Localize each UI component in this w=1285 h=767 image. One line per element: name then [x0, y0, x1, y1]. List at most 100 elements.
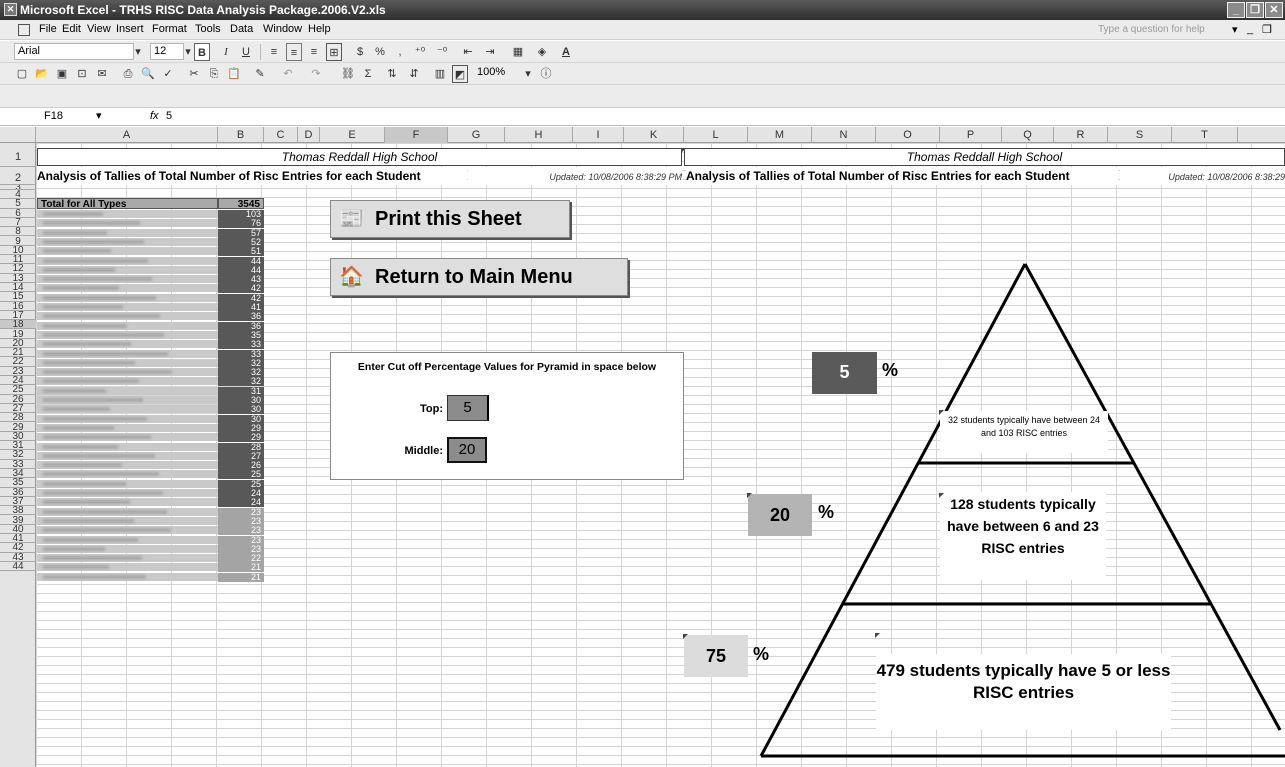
sort-ascending-icon[interactable]: ⇅	[384, 65, 400, 83]
column-header[interactable]: R	[1054, 127, 1108, 143]
row-header[interactable]: 44	[0, 562, 36, 572]
column-header[interactable]: O	[876, 127, 940, 143]
borders-icon[interactable]: ▦	[510, 43, 526, 61]
row-header[interactable]: 6	[0, 209, 36, 218]
row-header[interactable]: 17	[0, 311, 36, 321]
redo-icon[interactable]: ↷	[308, 65, 324, 83]
format-painter-icon[interactable]: ✎	[252, 65, 268, 83]
font-name-select[interactable]: Arial	[14, 43, 134, 60]
student-name-cell[interactable]	[37, 396, 218, 404]
student-name-cell[interactable]	[37, 330, 218, 339]
risc-count-cell[interactable]: 36	[218, 312, 264, 322]
student-name-cell[interactable]	[37, 526, 218, 535]
row-header[interactable]: 26	[0, 395, 36, 404]
column-header[interactable]: Q	[1002, 127, 1054, 143]
menu-insert[interactable]: Insert	[116, 23, 144, 35]
student-name-cell[interactable]	[37, 265, 218, 274]
student-name-cell[interactable]	[37, 544, 218, 553]
chevron-down-icon[interactable]: ▾	[1232, 23, 1238, 36]
row-header[interactable]: 40	[0, 525, 36, 535]
student-name-cell[interactable]	[37, 284, 218, 293]
permission-icon[interactable]: ⊡	[74, 65, 90, 83]
chart-wizard-icon[interactable]: ▥	[432, 65, 448, 83]
student-name-cell[interactable]	[37, 358, 218, 367]
row-header[interactable]: 9	[0, 237, 36, 246]
row-header[interactable]: 31	[0, 441, 36, 451]
menu-tools[interactable]: Tools	[195, 23, 221, 35]
row-header[interactable]: 15	[0, 292, 36, 302]
row-header[interactable]: 22	[0, 357, 36, 367]
minimize-icon[interactable]: _	[1227, 2, 1245, 18]
column-header[interactable]: F	[385, 127, 448, 143]
student-name-cell[interactable]	[37, 303, 218, 311]
row-header[interactable]: 8	[0, 227, 36, 237]
student-name-cell[interactable]	[37, 293, 218, 302]
student-name-cell[interactable]	[37, 405, 218, 414]
student-name-cell[interactable]	[37, 349, 218, 358]
student-name-cell[interactable]	[37, 256, 218, 265]
row-header[interactable]: 28	[0, 413, 36, 423]
student-name-cell[interactable]	[37, 423, 218, 432]
new-icon[interactable]: ▢	[14, 65, 30, 83]
autosum-icon[interactable]: Σ	[360, 65, 376, 83]
row-header[interactable]: 23	[0, 367, 36, 376]
align-left-icon[interactable]: ≡	[266, 43, 282, 61]
row-header[interactable]: 34	[0, 469, 36, 479]
column-header[interactable]: E	[320, 127, 385, 143]
menu-data[interactable]: Data	[230, 23, 253, 35]
align-center-icon[interactable]: ≡	[286, 43, 302, 61]
help-icon[interactable]: ⓘ	[538, 65, 554, 83]
help-search-input[interactable]: Type a question for help	[1094, 22, 1226, 38]
row-header[interactable]: 32	[0, 450, 36, 460]
hyperlink-icon[interactable]: ⛓	[340, 65, 356, 83]
row-header[interactable]: 27	[0, 404, 36, 414]
paste-icon[interactable]: 📋	[226, 65, 242, 83]
chevron-down-icon[interactable]: ▾	[96, 109, 102, 122]
align-right-icon[interactable]: ≡	[306, 43, 322, 61]
student-name-cell[interactable]	[37, 275, 218, 284]
row-header[interactable]: 42	[0, 543, 36, 553]
risc-count-cell[interactable]: 29	[218, 433, 264, 443]
workbook-icon[interactable]	[18, 24, 30, 36]
open-icon[interactable]: 📂	[34, 65, 50, 83]
student-name-cell[interactable]	[37, 470, 218, 479]
risc-count-cell[interactable]: 30	[218, 405, 264, 415]
risc-count-cell[interactable]: 51	[218, 247, 264, 257]
comma-button[interactable]: ,	[392, 43, 408, 61]
row-header[interactable]: 41	[0, 534, 36, 544]
row-header[interactable]: 33	[0, 460, 36, 469]
row-header[interactable]: 20	[0, 339, 36, 349]
return-main-menu-button[interactable]: 🏠 Return to Main Menu	[330, 258, 628, 296]
top-percent-input[interactable]: 5	[447, 395, 489, 421]
student-name-cell[interactable]	[37, 461, 218, 470]
student-name-cell[interactable]	[37, 554, 218, 563]
column-header[interactable]: I	[573, 127, 624, 143]
row-header[interactable]: 13	[0, 274, 36, 283]
menu-edit[interactable]: Edit	[62, 23, 81, 35]
student-name-cell[interactable]	[37, 451, 218, 460]
student-name-cell[interactable]	[37, 228, 218, 237]
row-header[interactable]: 36	[0, 488, 36, 497]
row-header[interactable]: 16	[0, 302, 36, 311]
row-header[interactable]: 39	[0, 516, 36, 525]
row-header[interactable]: 19	[0, 330, 36, 339]
student-name-cell[interactable]	[37, 433, 218, 442]
merge-center-icon[interactable]: ⊞	[326, 43, 342, 61]
row-header[interactable]: 29	[0, 423, 36, 432]
student-name-cell[interactable]	[37, 507, 218, 516]
student-name-cell[interactable]	[37, 489, 218, 497]
student-name-cell[interactable]	[37, 340, 218, 349]
row-header[interactable]: 18	[0, 320, 36, 330]
student-name-cell[interactable]	[37, 516, 218, 525]
row-header[interactable]: 21	[0, 348, 36, 358]
column-header[interactable]: K	[624, 127, 684, 143]
column-header[interactable]: D	[298, 127, 320, 143]
student-name-cell[interactable]	[37, 535, 218, 544]
column-header[interactable]: S	[1108, 127, 1172, 143]
formula-input[interactable]: 5	[166, 110, 172, 122]
chevron-down-icon[interactable]: ▾	[130, 43, 146, 61]
font-color-icon[interactable]: A	[558, 43, 574, 61]
row-header[interactable]: 12	[0, 264, 36, 274]
row-header[interactable]: 25	[0, 385, 36, 395]
column-header[interactable]: P	[940, 127, 1002, 143]
